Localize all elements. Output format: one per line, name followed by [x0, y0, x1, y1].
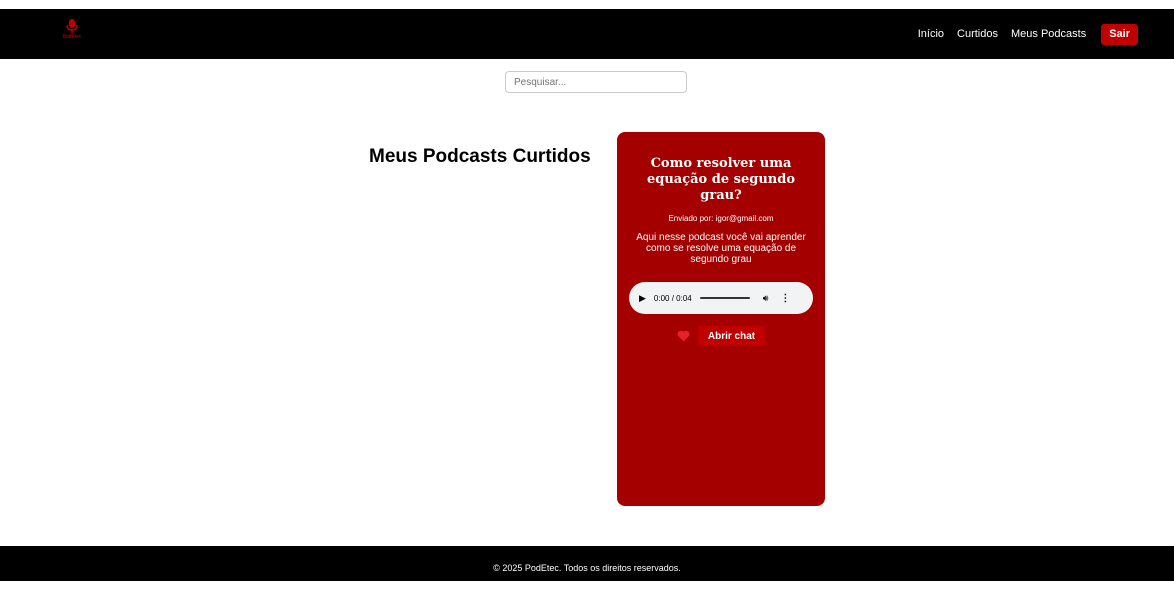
footer-text: © 2025 PodEtec. Todos os direitos reserv… [493, 563, 681, 573]
nav-link-curtidos[interactable]: Curtidos [957, 23, 998, 45]
search-input[interactable] [505, 71, 687, 93]
page-title: Meus Podcasts Curtidos [369, 146, 591, 167]
card-actions: Abrir chat [617, 326, 825, 346]
player-time: 0:00 / 0:04 [653, 293, 692, 303]
podcast-card: Como resolver uma equação de segundo gra… [617, 132, 825, 506]
nav-link-inicio[interactable]: Início [918, 23, 944, 45]
nav-link-meus-podcasts[interactable]: Meus Podcasts [1011, 23, 1086, 45]
podcast-description: Aqui nesse podcast você vai aprender com… [636, 232, 806, 265]
heart-icon[interactable] [677, 330, 690, 342]
open-chat-button[interactable]: Abrir chat [697, 326, 766, 346]
volume-icon[interactable]: 🔊︎ [763, 293, 769, 304]
play-icon[interactable]: ▶ [639, 293, 646, 304]
logout-button[interactable]: Sair [1101, 23, 1138, 45]
logo-text: PodEtec [62, 34, 82, 40]
podcast-author: Enviado por: igor@gmail.com [668, 214, 774, 223]
top-navbar: PodEtec Início Curtidos Meus Podcasts Sa… [0, 9, 1174, 59]
footer: © 2025 PodEtec. Todos os direitos reserv… [0, 546, 1174, 581]
audio-player[interactable]: ▶ 0:00 / 0:04 🔊︎ ⋮ [629, 282, 813, 314]
main-nav: Início Curtidos Meus Podcasts Sair [905, 23, 1138, 45]
podcast-title: Como resolver uma equação de segundo gra… [646, 156, 795, 203]
more-icon[interactable]: ⋮ [780, 293, 790, 304]
microphone-icon [66, 19, 78, 33]
logo[interactable]: PodEtec [57, 19, 87, 49]
progress-track[interactable] [699, 297, 750, 299]
